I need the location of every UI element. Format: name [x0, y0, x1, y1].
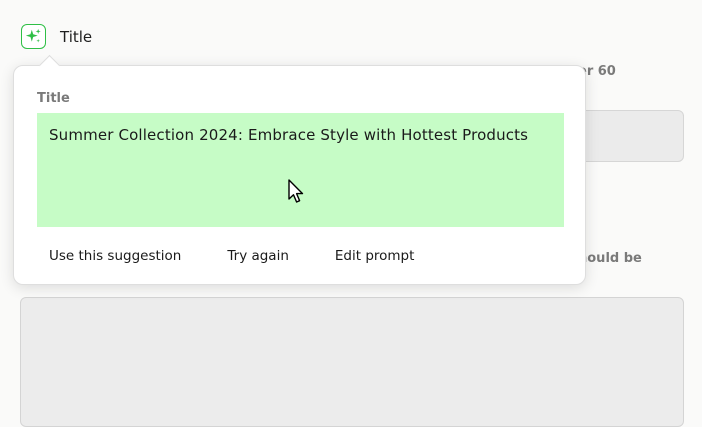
suggestion-box: Summer Collection 2024: Embrace Style wi… [37, 113, 564, 227]
popover-caret [38, 54, 61, 77]
field-label: Title [60, 28, 93, 46]
background-help-text-2: hould be [578, 251, 642, 266]
popover-title: Title [37, 91, 70, 106]
sparkles-icon[interactable] [21, 24, 46, 49]
try-again-button[interactable]: Try again [215, 246, 289, 264]
edit-prompt-button[interactable]: Edit prompt [323, 246, 415, 264]
popover-actions: Use this suggestion Try again Edit promp… [37, 246, 414, 264]
mouse-cursor-icon [288, 179, 304, 203]
use-suggestion-button[interactable]: Use this suggestion [37, 246, 181, 264]
ai-suggestion-popover: Title Summer Collection 2024: Embrace St… [13, 54, 586, 285]
suggestion-text: Summer Collection 2024: Embrace Style wi… [49, 126, 529, 144]
background-textarea[interactable] [20, 297, 684, 427]
